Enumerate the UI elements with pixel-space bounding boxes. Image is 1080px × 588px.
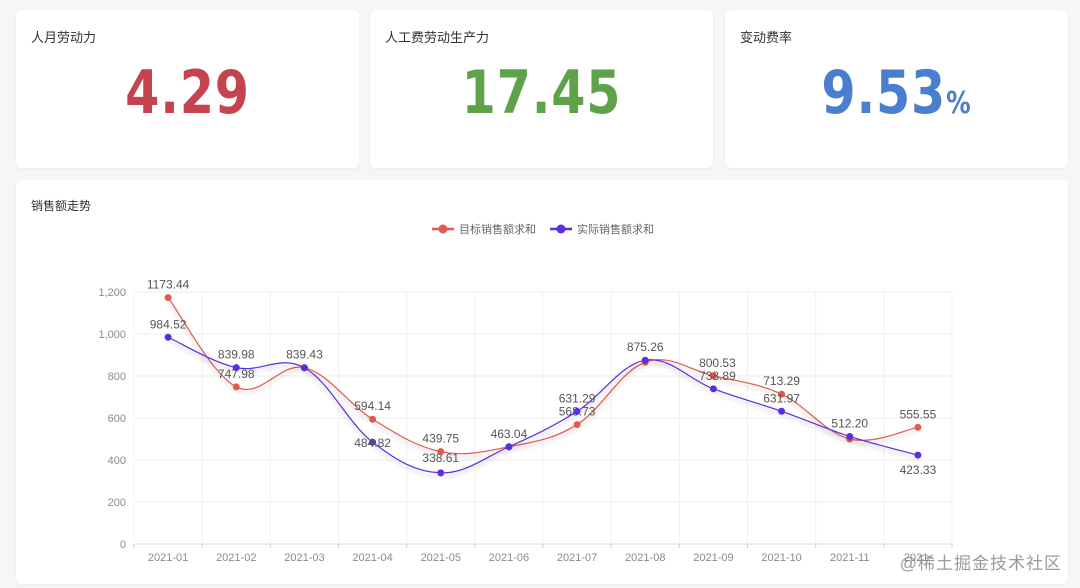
data-label: 463.04	[491, 427, 528, 441]
x-tick-label: 2021-10	[761, 552, 801, 564]
y-tick-label: 1,000	[98, 329, 126, 341]
data-point	[300, 364, 308, 372]
y-tick-label: 600	[108, 413, 126, 425]
data-label: 594.14	[354, 399, 391, 413]
data-label: 631.29	[559, 391, 596, 405]
data-point	[232, 364, 240, 372]
data-point	[437, 469, 445, 477]
legend-swatch-dot	[438, 224, 448, 234]
x-tick-label: 2021-08	[625, 552, 665, 564]
data-point	[914, 423, 922, 431]
x-tick-label: 2021-03	[284, 552, 324, 564]
data-point	[641, 356, 649, 364]
data-label: 839.98	[218, 348, 255, 362]
data-point	[573, 421, 581, 429]
y-tick-label: 400	[108, 455, 126, 467]
data-point	[164, 294, 172, 302]
x-tick-label: 2021-07	[557, 552, 597, 564]
legend-swatch-dot	[556, 224, 566, 234]
x-tick-label: 2021-06	[489, 552, 529, 564]
data-label: 439.75	[422, 432, 459, 446]
data-point	[369, 415, 377, 423]
data-label: 555.55	[900, 407, 937, 421]
data-point	[164, 333, 172, 341]
data-point	[505, 443, 513, 451]
x-tick-label: 2021-11	[830, 552, 870, 564]
x-tick-label: 2021-01	[148, 552, 188, 564]
x-tick-label: 2021-05	[421, 552, 461, 564]
data-point	[914, 451, 922, 459]
data-point	[573, 407, 581, 415]
data-label: 713.29	[763, 374, 800, 388]
sales-trend-chart: 0 200 400 600 800 1,000 1,200 2021-01 2021-02 202…	[98, 222, 953, 564]
y-tick-label: 200	[108, 497, 126, 509]
x-tick-label: 2021-09	[693, 552, 733, 564]
data-label: 984.52	[150, 317, 187, 331]
data-label: 338.61	[422, 451, 459, 465]
data-point	[709, 385, 717, 393]
data-label: 631.97	[763, 391, 800, 405]
x-tick-label: 2021-02	[216, 552, 256, 564]
legend-label: 实际销售额求和	[577, 222, 654, 236]
data-label: 484.82	[354, 436, 391, 450]
data-point	[778, 407, 786, 415]
legend-label: 目标销售额求和	[459, 222, 536, 236]
y-tick-label: 800	[108, 371, 126, 383]
data-label: 512.20	[831, 416, 868, 430]
x-tick-label: 2021-04	[352, 552, 392, 564]
data-label: 839.43	[286, 348, 323, 362]
data-point	[232, 383, 240, 391]
data-label: 800.53	[699, 356, 736, 370]
data-label: 875.26	[627, 340, 664, 354]
watermark: @稀土掘金技术社区	[899, 554, 1062, 573]
data-point	[846, 432, 854, 440]
y-tick-label: 1,200	[98, 287, 126, 299]
data-label: 738.89	[699, 369, 736, 383]
data-label: 1173.44	[147, 278, 190, 292]
y-tick-label: 0	[120, 539, 126, 551]
data-label: 423.33	[900, 463, 937, 477]
